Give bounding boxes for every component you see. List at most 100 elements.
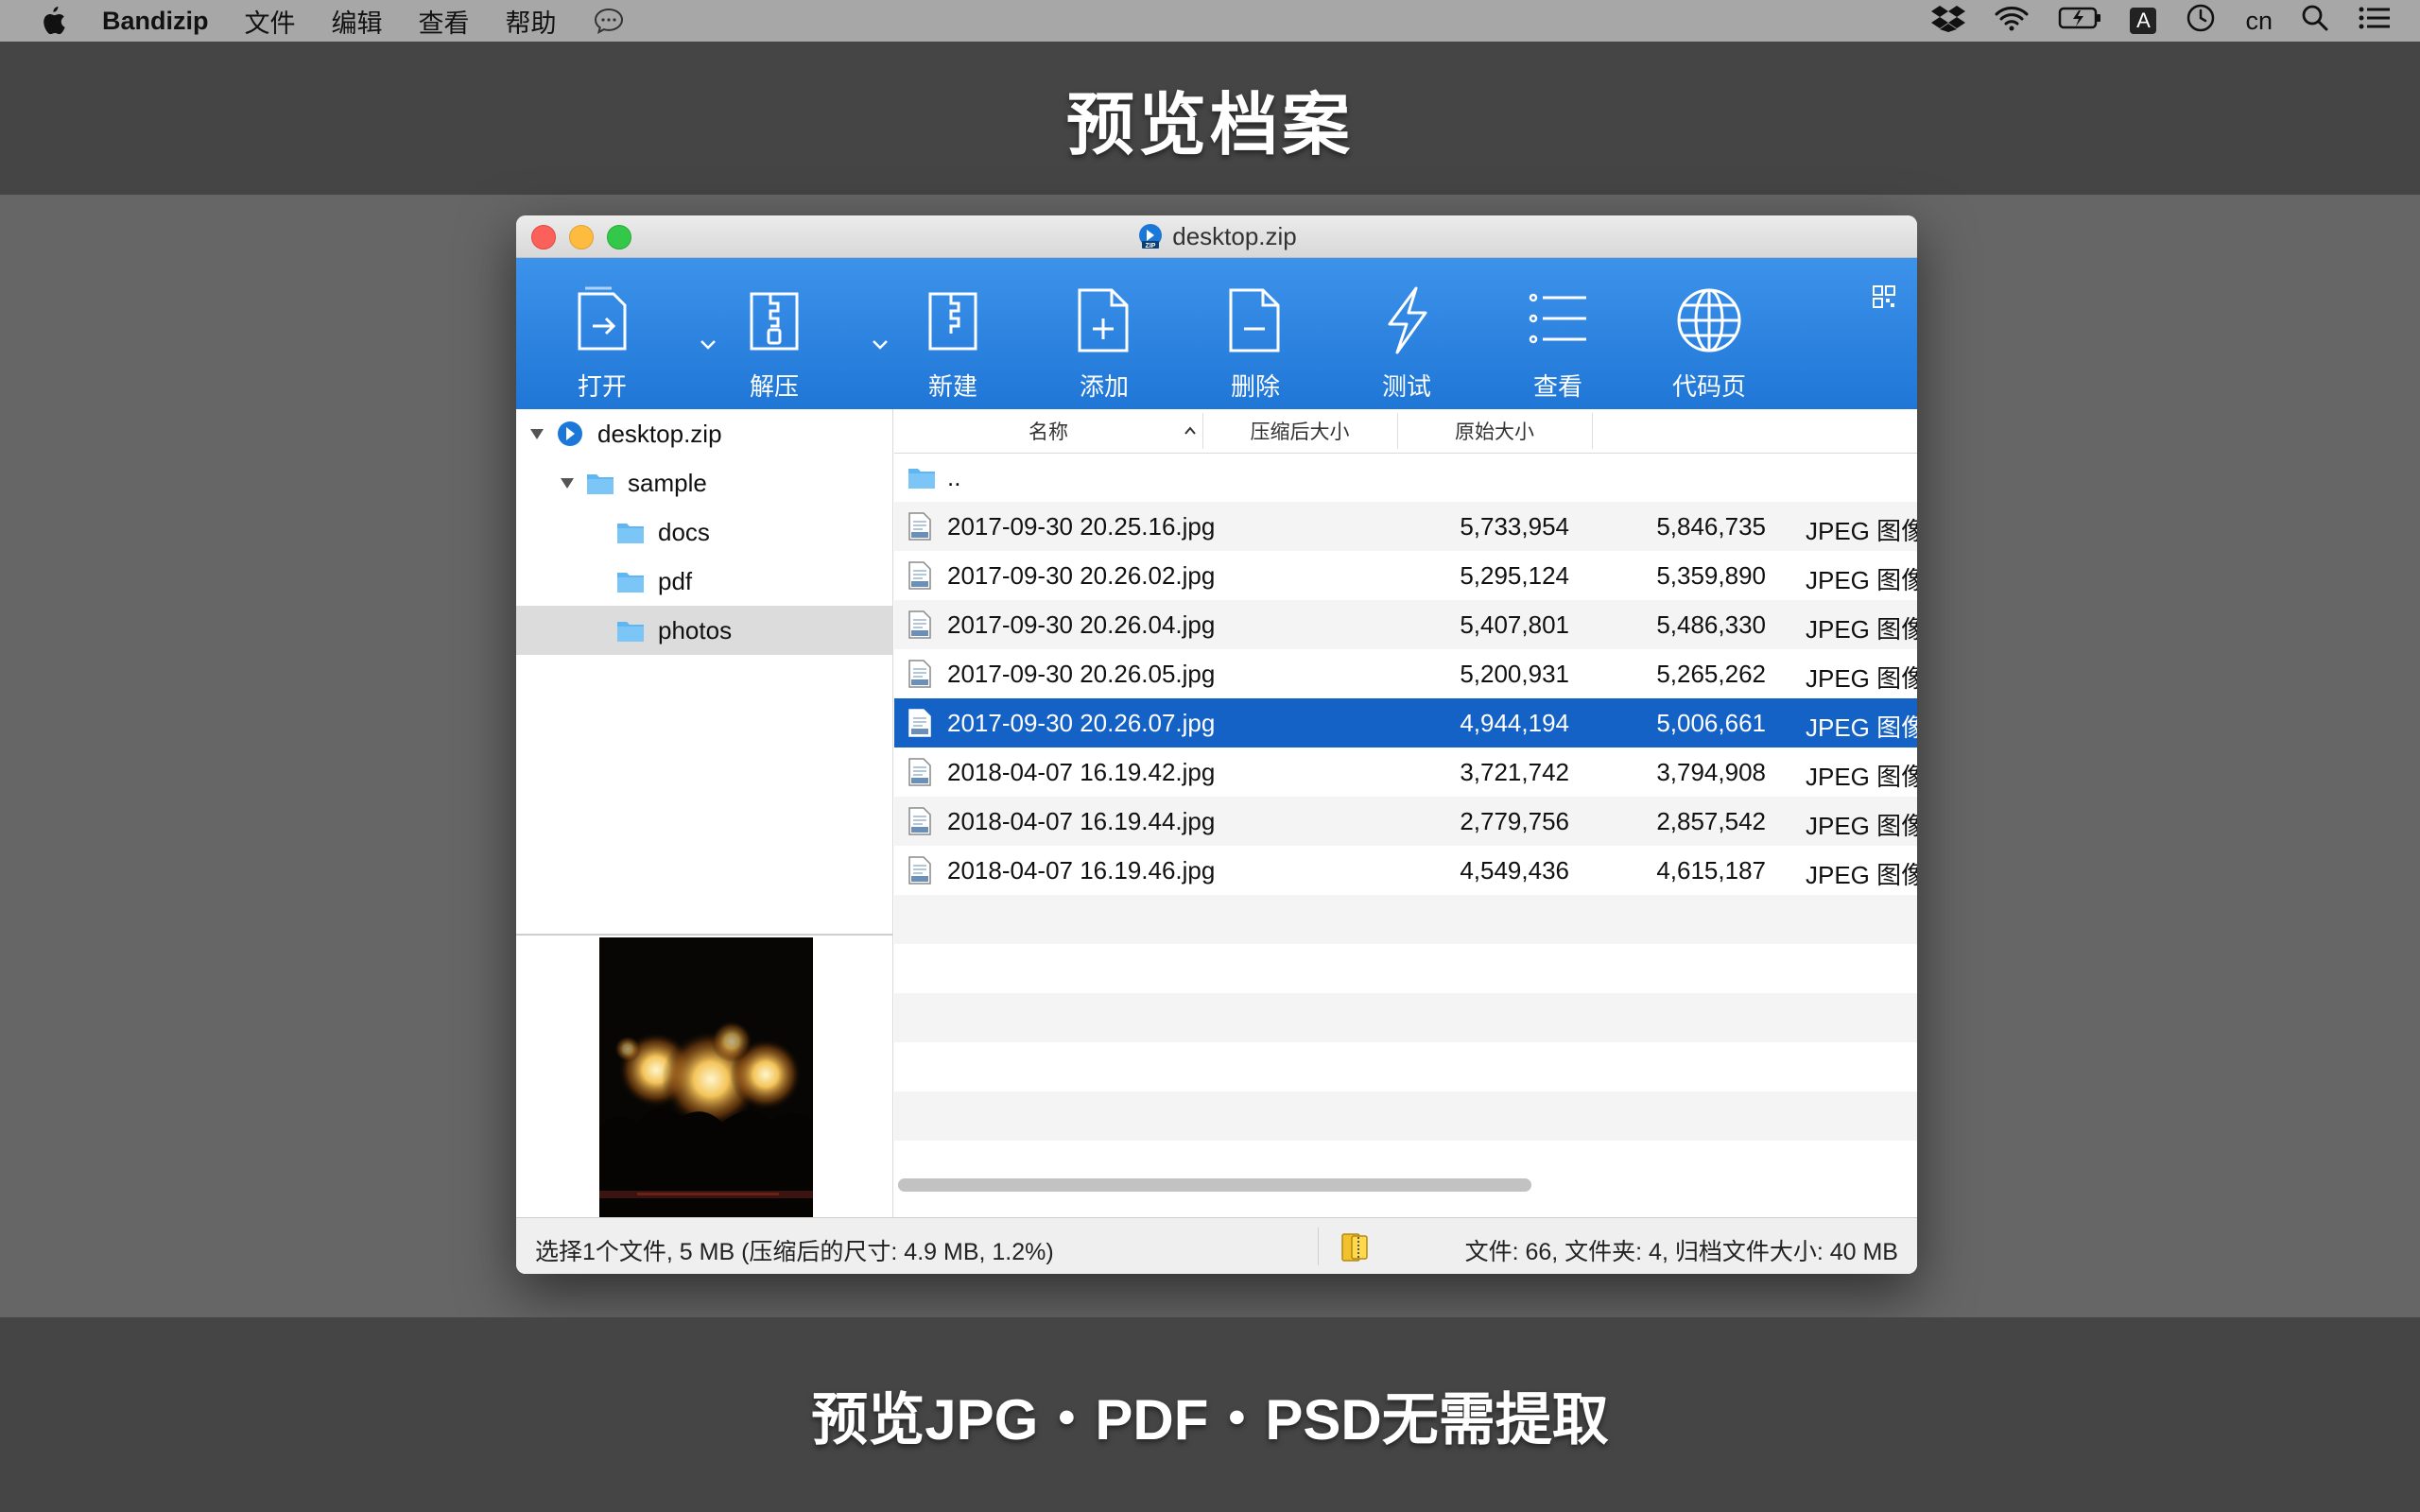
empty-row — [894, 993, 1917, 1042]
tree-item-photos[interactable]: photos — [516, 606, 892, 655]
extract-dropdown-chevron-icon[interactable] — [870, 338, 890, 352]
column-label-original: 原始大小 — [1455, 421, 1534, 443]
file-name: 2018-04-07 16.19.42.jpg — [947, 758, 1216, 786]
language-indicator[interactable]: cn — [2245, 7, 2273, 36]
column-label-name: 名称 — [1028, 421, 1068, 443]
promo-caption: 预览JPG・PDF・PSD无需提取 — [811, 1387, 1609, 1452]
spotlight-search-icon[interactable] — [2301, 4, 2329, 39]
view-label: 查看 — [1532, 372, 1582, 401]
add-button[interactable]: 添加 — [1047, 258, 1161, 409]
list-item-file[interactable]: 2017-09-30 20.26.02.jpg 5,295,124 5,359,89… — [894, 551, 1917, 600]
input-method-icon[interactable]: A — [2130, 8, 2157, 34]
empty-row — [894, 1091, 1917, 1141]
jpeg-file-icon — [908, 856, 931, 885]
tree-item-pdf[interactable]: pdf — [516, 557, 892, 606]
tree-item-desktop-zip[interactable]: desktop.zip — [516, 409, 892, 458]
tree-item-label: docs — [658, 518, 710, 546]
view-button[interactable]: 查看 — [1501, 258, 1615, 409]
list-item-file[interactable]: 2018-04-07 16.19.42.jpg 3,721,742 3,794,90… — [894, 747, 1917, 797]
list-item-file[interactable]: 2017-09-30 20.26.07.jpg 4,944,194 5,006,66… — [894, 698, 1917, 747]
column-header-original-size[interactable]: 原始大小 — [1397, 409, 1592, 453]
folder-tree: desktop.zip sample docs pdf photos — [516, 409, 893, 934]
list-header: 名称 压缩后大小 原始大小 — [894, 409, 1917, 454]
folder-icon — [587, 474, 614, 494]
time-machine-icon[interactable] — [2185, 2, 2217, 41]
file-type: JPEG 图像 — [1806, 615, 1917, 644]
jpeg-file-icon — [908, 512, 931, 541]
file-type: JPEG 图像 — [1806, 812, 1917, 840]
menu-app-name[interactable]: Bandizip — [102, 7, 209, 36]
delete-file-icon — [1229, 288, 1280, 352]
tree-item-label: pdf — [658, 567, 693, 595]
empty-row — [894, 1042, 1917, 1091]
list-view-icon — [1529, 293, 1586, 344]
file-type: JPEG 图像 — [1806, 664, 1917, 693]
wifi-icon[interactable] — [1994, 4, 2030, 39]
list-item-file[interactable]: 2017-09-30 20.26.05.jpg 5,200,931 5,265,26… — [894, 649, 1917, 698]
compressed-size: 4,944,194 — [1460, 709, 1569, 737]
column-header-name[interactable]: 名称 — [894, 409, 1202, 453]
menu-view[interactable]: 查看 — [419, 3, 470, 40]
column-label-compressed: 压缩后大小 — [1250, 421, 1350, 443]
list-item-file[interactable]: 2018-04-07 16.19.46.jpg 4,549,436 4,615,18… — [894, 846, 1917, 895]
file-name: 2017-09-30 20.25.16.jpg — [947, 512, 1216, 541]
empty-row — [894, 944, 1917, 993]
layout-grid-icon[interactable] — [1872, 284, 1896, 309]
extract-button[interactable]: 解压 — [717, 258, 831, 409]
compressed-size: 5,200,931 — [1460, 660, 1569, 688]
column-header-compressed-size[interactable]: 压缩后大小 — [1202, 409, 1397, 453]
extract-icon — [750, 292, 799, 351]
status-bar: 选择1个文件, 5 MB (压缩后的尺寸: 4.9 MB, 1.2%) 文件: … — [516, 1217, 1917, 1274]
tree-item-sample[interactable]: sample — [516, 458, 892, 507]
preview-pane — [516, 934, 893, 1219]
open-icon — [578, 286, 627, 351]
jpeg-file-icon — [908, 709, 931, 737]
file-name: 2018-04-07 16.19.44.jpg — [947, 807, 1216, 835]
apple-menu-icon[interactable] — [38, 5, 66, 37]
menu-file[interactable]: 文件 — [245, 3, 296, 40]
sort-ascending-chevron-icon — [1184, 426, 1196, 435]
battery-icon[interactable] — [2058, 6, 2101, 37]
open-dropdown-chevron-icon[interactable] — [698, 338, 718, 352]
title-bar[interactable]: ZIP desktop.zip — [516, 215, 1917, 258]
codepage-button[interactable]: 代码页 — [1652, 258, 1766, 409]
test-label: 测试 — [1381, 372, 1431, 401]
file-name: 2017-09-30 20.26.07.jpg — [947, 709, 1216, 737]
list-item-file[interactable]: 2017-09-30 20.26.04.jpg 5,407,801 5,486,33… — [894, 600, 1917, 649]
delete-button[interactable]: 删除 — [1199, 258, 1312, 409]
original-size: 2,857,542 — [1656, 807, 1766, 835]
file-type: JPEG 图像 — [1806, 566, 1917, 594]
disclosure-expanded-icon[interactable] — [529, 427, 544, 440]
tree-item-docs[interactable]: docs — [516, 507, 892, 557]
menu-help[interactable]: 帮助 — [506, 3, 557, 40]
compressed-size: 4,549,436 — [1460, 856, 1569, 885]
file-type: JPEG 图像 — [1806, 861, 1917, 889]
delete-label: 删除 — [1230, 372, 1280, 401]
archive-summary: 文件: 66, 文件夹: 4, 归档文件大小: 40 MB — [1464, 1239, 1898, 1265]
add-label: 添加 — [1079, 372, 1129, 401]
jpeg-file-icon — [908, 660, 931, 688]
open-button[interactable]: 打开 — [545, 258, 659, 409]
new-archive-button[interactable]: 新建 — [896, 258, 1010, 409]
archive-book-icon[interactable] — [1339, 1231, 1371, 1263]
compressed-size: 5,407,801 — [1460, 610, 1569, 639]
tree-item-label: sample — [628, 469, 707, 497]
svg-text:ZIP: ZIP — [1146, 243, 1156, 249]
list-item-parent-folder[interactable]: .. — [894, 453, 1917, 502]
dropbox-icon[interactable] — [1931, 4, 1966, 39]
feedback-bubble-icon[interactable] — [593, 5, 625, 37]
globe-icon — [1677, 288, 1741, 352]
file-type: JPEG 图像 — [1806, 763, 1917, 791]
list-item-file[interactable]: 2017-09-30 20.25.16.jpg 5,733,954 5,846,73… — [894, 502, 1917, 551]
disclosure-expanded-icon[interactable] — [560, 476, 575, 490]
notification-center-icon[interactable] — [2358, 5, 2392, 38]
menu-edit[interactable]: 编辑 — [332, 3, 383, 40]
list-item-file[interactable]: 2018-04-07 16.19.44.jpg 2,779,756 2,857,54… — [894, 797, 1917, 846]
file-name: 2017-09-30 20.26.02.jpg — [947, 561, 1216, 590]
add-file-icon — [1078, 288, 1129, 352]
test-button[interactable]: 测试 — [1350, 258, 1463, 409]
parent-folder-label: .. — [947, 463, 961, 491]
horizontal-scrollbar[interactable] — [898, 1178, 1531, 1192]
original-size: 5,486,330 — [1656, 610, 1766, 639]
compressed-size: 5,733,954 — [1460, 512, 1569, 541]
